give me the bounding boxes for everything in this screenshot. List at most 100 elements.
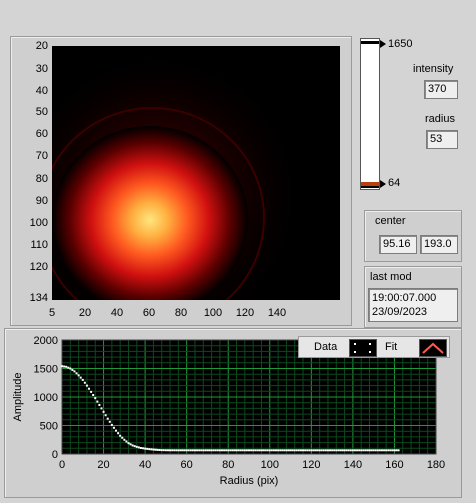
data-point bbox=[339, 449, 342, 452]
data-point bbox=[189, 449, 192, 452]
data-point bbox=[183, 449, 186, 452]
data-point bbox=[310, 449, 313, 452]
y-tick-label: 2000 bbox=[34, 335, 58, 347]
y-tick-label: 500 bbox=[40, 421, 58, 433]
data-point bbox=[320, 449, 323, 452]
image-y-tick: 90 bbox=[35, 195, 48, 207]
data-point bbox=[256, 449, 259, 452]
x-tick-label: 20 bbox=[97, 459, 109, 471]
data-point bbox=[106, 417, 109, 420]
x-tick-label: 60 bbox=[181, 459, 193, 471]
data-point bbox=[258, 449, 261, 452]
data-point bbox=[169, 449, 172, 452]
data-point bbox=[397, 449, 400, 452]
data-point bbox=[283, 449, 286, 452]
intensity-label: intensity bbox=[413, 63, 454, 75]
colorbar-max-label: 1650 bbox=[388, 38, 413, 50]
data-point bbox=[281, 449, 284, 452]
data-point bbox=[181, 449, 184, 452]
data-point bbox=[100, 407, 103, 410]
legend-data-swatch[interactable] bbox=[349, 339, 377, 357]
data-point bbox=[175, 449, 178, 452]
last-mod-label: last mod bbox=[370, 271, 412, 283]
data-point bbox=[187, 449, 190, 452]
data-point bbox=[395, 449, 398, 452]
data-point bbox=[160, 449, 163, 452]
data-point bbox=[158, 449, 161, 452]
radius-field[interactable]: 53 bbox=[426, 130, 458, 149]
data-point bbox=[360, 449, 363, 452]
data-point bbox=[389, 449, 392, 452]
last-mod-time: 19:00:07.000 bbox=[372, 292, 437, 304]
data-point bbox=[237, 449, 240, 452]
colorbar-max-pointer[interactable] bbox=[380, 40, 386, 48]
data-point bbox=[117, 432, 120, 435]
legend-fit-swatch[interactable] bbox=[419, 339, 447, 357]
x-tick-label: 160 bbox=[385, 459, 403, 471]
image-x-tick: 5 bbox=[48, 307, 56, 319]
data-point bbox=[331, 449, 334, 452]
colorbar-min-pointer[interactable] bbox=[380, 180, 386, 188]
intensity-field[interactable]: 370 bbox=[424, 80, 458, 99]
image-y-tick: 40 bbox=[35, 85, 48, 97]
data-point bbox=[291, 449, 294, 452]
data-point bbox=[135, 445, 138, 448]
data-point bbox=[229, 449, 232, 452]
data-point bbox=[312, 449, 315, 452]
y-tick-label: 0 bbox=[52, 449, 58, 461]
data-point bbox=[102, 410, 105, 413]
data-point bbox=[191, 449, 194, 452]
data-point bbox=[248, 449, 250, 452]
x-tick-label: 100 bbox=[261, 459, 279, 471]
image-y-tick: 120 bbox=[29, 261, 48, 273]
data-point bbox=[235, 449, 238, 452]
data-point bbox=[351, 449, 354, 452]
data-point bbox=[129, 443, 132, 446]
data-point bbox=[270, 449, 273, 452]
data-point bbox=[302, 449, 305, 452]
center-x-field[interactable]: 95.16 bbox=[379, 235, 417, 254]
data-point bbox=[250, 449, 253, 452]
x-tick-label: 180 bbox=[427, 459, 445, 471]
data-point bbox=[81, 378, 84, 381]
last-mod-field: 19:00:07.000 23/09/2023 bbox=[368, 288, 458, 322]
data-point bbox=[210, 449, 213, 452]
image-x-tick: 20 bbox=[78, 307, 92, 319]
data-point bbox=[316, 449, 319, 452]
data-point bbox=[335, 449, 338, 452]
data-point bbox=[223, 449, 226, 452]
data-point bbox=[148, 448, 151, 451]
center-label: center bbox=[375, 215, 406, 227]
data-point bbox=[378, 449, 381, 452]
colorbar-top-marker bbox=[361, 41, 379, 44]
image-y-tick: 134 bbox=[29, 292, 48, 304]
data-point bbox=[368, 449, 371, 452]
data-point bbox=[243, 449, 246, 452]
data-point bbox=[77, 374, 80, 377]
color-scale-bar[interactable] bbox=[360, 38, 380, 190]
data-point bbox=[75, 372, 78, 375]
data-point bbox=[123, 438, 126, 441]
data-point bbox=[358, 449, 361, 452]
data-point bbox=[142, 447, 145, 450]
colorbar-min-label: 64 bbox=[388, 177, 401, 189]
intensity-image[interactable] bbox=[52, 46, 340, 300]
data-point bbox=[61, 365, 63, 368]
y-axis-label: Amplitude bbox=[12, 373, 24, 422]
data-point bbox=[185, 449, 188, 452]
data-point bbox=[202, 449, 205, 452]
x-tick-label: 40 bbox=[139, 459, 151, 471]
data-point bbox=[156, 448, 159, 451]
y-tick-label: 1500 bbox=[34, 364, 58, 376]
data-point bbox=[324, 449, 327, 452]
legend-fit-label: Fit bbox=[385, 341, 398, 353]
image-y-tick: 60 bbox=[35, 128, 48, 140]
center-y-field[interactable]: 193.0 bbox=[420, 235, 458, 254]
data-point bbox=[104, 414, 107, 417]
data-point bbox=[239, 449, 242, 452]
data-point bbox=[214, 449, 217, 452]
data-point bbox=[306, 449, 309, 452]
image-y-tick: 80 bbox=[35, 173, 48, 185]
data-point bbox=[262, 449, 265, 452]
data-point bbox=[356, 449, 359, 452]
